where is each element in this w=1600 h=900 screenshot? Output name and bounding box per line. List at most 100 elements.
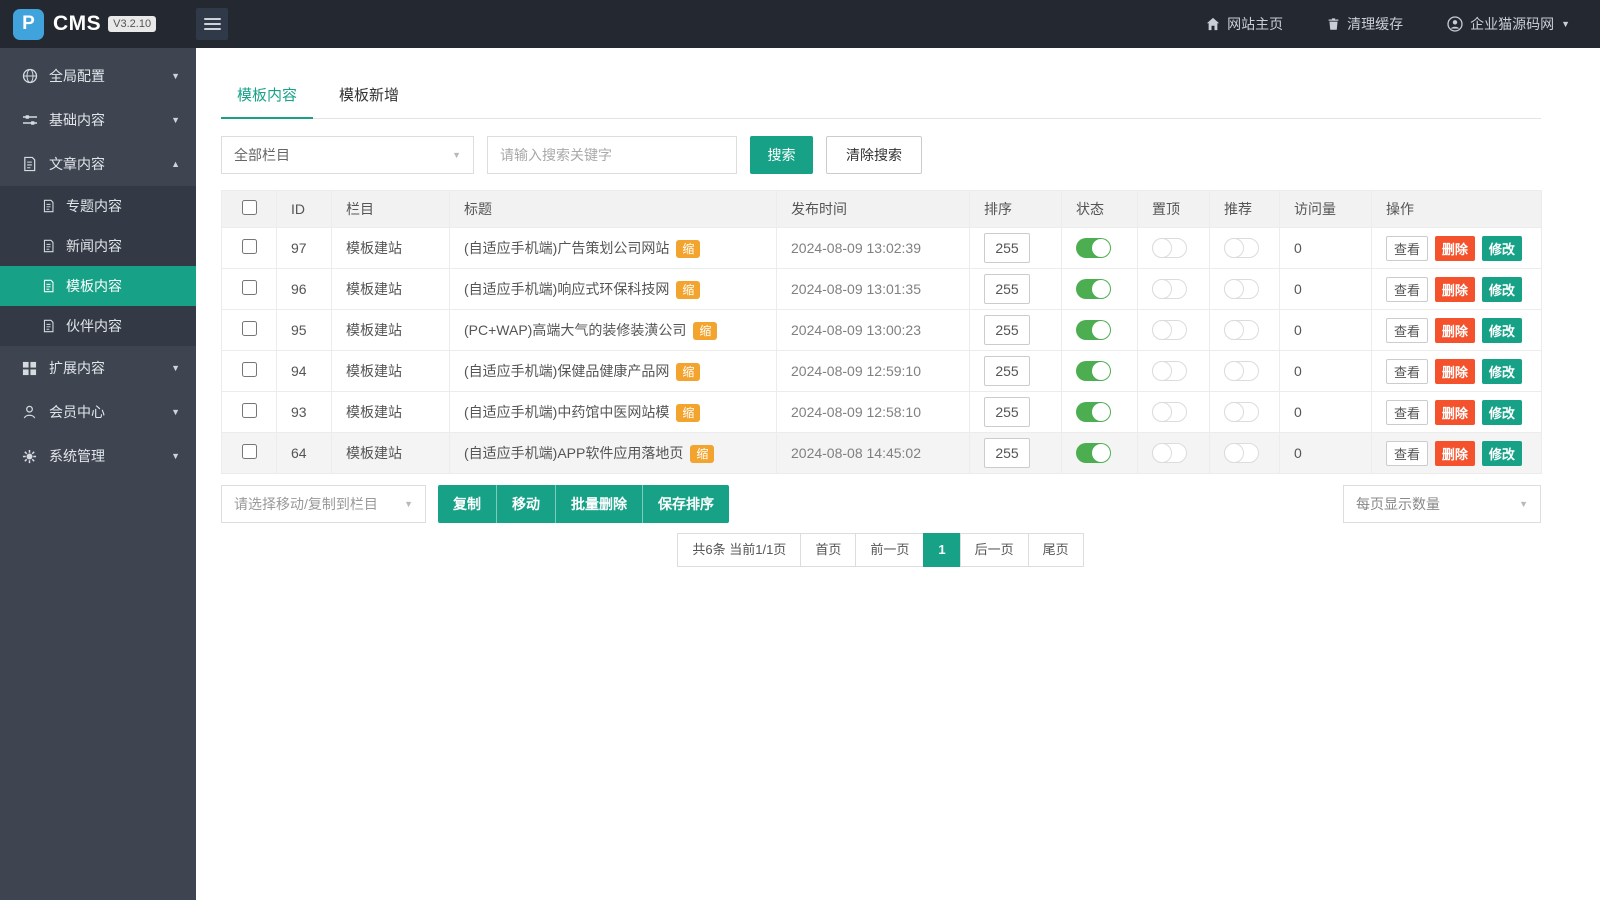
menu-toggle-button[interactable] [196, 8, 228, 40]
page-number-1[interactable]: 1 [923, 533, 961, 567]
tab-template-content[interactable]: 模板内容 [221, 75, 314, 119]
top-toggle[interactable] [1152, 402, 1187, 422]
status-toggle[interactable] [1076, 361, 1111, 381]
row-title: (自适应手机端)响应式环保科技网 [464, 281, 670, 297]
status-toggle[interactable] [1076, 320, 1111, 340]
edit-button[interactable]: 修改 [1481, 440, 1522, 466]
sidebar-item-member-center[interactable]: 会员中心 ▼ [0, 390, 196, 434]
copy-button[interactable]: 复制 [438, 485, 497, 523]
header-recommend: 推荐 [1209, 190, 1280, 228]
delete-button[interactable]: 删除 [1434, 317, 1475, 343]
row-checkbox[interactable] [241, 321, 257, 336]
recommend-toggle[interactable] [1224, 238, 1259, 258]
view-button[interactable]: 查看 [1386, 358, 1429, 384]
recommend-toggle[interactable] [1224, 443, 1259, 463]
recommend-toggle[interactable] [1224, 320, 1259, 340]
row-date: 2024-08-09 13:00:23 [776, 309, 970, 351]
edit-button[interactable]: 修改 [1481, 235, 1522, 261]
delete-button[interactable]: 删除 [1434, 235, 1475, 261]
move-copy-select[interactable]: 请选择移动/复制到栏目 ▼ [221, 485, 426, 523]
delete-button[interactable]: 删除 [1434, 399, 1475, 425]
header-actions: 操作 [1371, 190, 1542, 228]
view-button[interactable]: 查看 [1386, 317, 1429, 343]
table-row: 96 模板建站 (自适应手机端)响应式环保科技网缩 2024-08-09 13:… [221, 268, 1542, 310]
chevron-down-icon: ▼ [171, 71, 180, 81]
sidebar-item-global-config[interactable]: 全局配置 ▼ [0, 54, 196, 98]
sidebar-item-extended-content[interactable]: 扩展内容 ▼ [0, 346, 196, 390]
select-all-checkbox[interactable] [241, 200, 257, 215]
sort-input[interactable] [984, 315, 1030, 345]
last-page-button[interactable]: 尾页 [1027, 533, 1084, 567]
thumb-badge: 缩 [676, 404, 701, 422]
site-home-link[interactable]: 网站主页 [1206, 14, 1283, 34]
recommend-toggle[interactable] [1224, 402, 1259, 422]
sidebar-item-basic-content[interactable]: 基础内容 ▼ [0, 98, 196, 142]
sidebar-item-label: 扩展内容 [49, 360, 105, 376]
edit-button[interactable]: 修改 [1481, 276, 1522, 302]
page-size-select-value: 每页显示数量 [1356, 496, 1440, 512]
table-header-row: ID 栏目 标题 发布时间 排序 状态 置顶 推荐 访问量 操作 [221, 190, 1542, 228]
status-toggle[interactable] [1076, 402, 1111, 422]
tab-template-add[interactable]: 模板新增 [323, 75, 415, 118]
recommend-toggle[interactable] [1224, 361, 1259, 381]
status-toggle[interactable] [1076, 443, 1111, 463]
top-toggle[interactable] [1152, 443, 1187, 463]
sidebar-item-article-content[interactable]: 文章内容 ▲ [0, 142, 196, 186]
sidebar-item-topic-content[interactable]: 专题内容 [0, 186, 196, 226]
search-input[interactable] [487, 136, 737, 174]
prev-page-button[interactable]: 前一页 [855, 533, 925, 567]
view-button[interactable]: 查看 [1386, 235, 1429, 261]
category-select[interactable]: 全部栏目 ▼ [221, 136, 474, 174]
top-toggle[interactable] [1152, 361, 1187, 381]
clear-search-button[interactable]: 清除搜索 [826, 136, 922, 174]
sidebar-item-news-content[interactable]: 新闻内容 [0, 226, 196, 266]
row-checkbox[interactable] [241, 280, 257, 295]
top-toggle[interactable] [1152, 238, 1187, 258]
table-row: 93 模板建站 (自适应手机端)中药馆中医网站模缩 2024-08-09 12:… [221, 391, 1542, 433]
globe-icon [22, 68, 38, 84]
edit-button[interactable]: 修改 [1481, 358, 1522, 384]
batch-delete-button[interactable]: 批量删除 [556, 485, 643, 523]
account-menu[interactable]: 企业猫源码网 ▼ [1447, 14, 1570, 34]
save-sort-button[interactable]: 保存排序 [643, 485, 729, 523]
row-checkbox[interactable] [241, 239, 257, 254]
delete-button[interactable]: 删除 [1434, 358, 1475, 384]
top-toggle[interactable] [1152, 320, 1187, 340]
clear-cache-link[interactable]: 清理缓存 [1327, 14, 1403, 34]
row-title: (自适应手机端)广告策划公司网站 [464, 240, 670, 256]
delete-button[interactable]: 删除 [1434, 440, 1475, 466]
sort-input[interactable] [984, 356, 1030, 386]
row-visits: 0 [1279, 432, 1372, 474]
sidebar-item-template-content[interactable]: 模板内容 [0, 266, 196, 306]
recommend-toggle[interactable] [1224, 279, 1259, 299]
sort-input[interactable] [984, 274, 1030, 304]
row-title: (自适应手机端)保健品健康产品网 [464, 363, 670, 379]
sort-input[interactable] [984, 438, 1030, 468]
sidebar-item-system-management[interactable]: 系统管理 ▼ [0, 434, 196, 478]
sidebar-item-label: 专题内容 [66, 198, 122, 214]
sort-input[interactable] [984, 233, 1030, 263]
row-checkbox[interactable] [241, 403, 257, 418]
edit-button[interactable]: 修改 [1481, 399, 1522, 425]
status-toggle[interactable] [1076, 279, 1111, 299]
view-button[interactable]: 查看 [1386, 276, 1429, 302]
delete-button[interactable]: 删除 [1434, 276, 1475, 302]
view-button[interactable]: 查看 [1386, 440, 1429, 466]
edit-button[interactable]: 修改 [1481, 317, 1522, 343]
first-page-button[interactable]: 首页 [800, 533, 857, 567]
search-button[interactable]: 搜索 [750, 136, 813, 174]
row-checkbox[interactable] [241, 444, 257, 459]
header-id: ID [276, 190, 332, 228]
top-toggle[interactable] [1152, 279, 1187, 299]
move-button[interactable]: 移动 [497, 485, 556, 523]
next-page-button[interactable]: 后一页 [959, 533, 1029, 567]
sidebar-item-partner-content[interactable]: 伙伴内容 [0, 306, 196, 346]
filter-bar: 全部栏目 ▼ 搜索 清除搜索 [221, 136, 1541, 174]
row-checkbox[interactable] [241, 362, 257, 377]
table-row: 64 模板建站 (自适应手机端)APP软件应用落地页缩 2024-08-08 1… [221, 432, 1542, 474]
sort-input[interactable] [984, 397, 1030, 427]
view-button[interactable]: 查看 [1386, 399, 1429, 425]
page-size-select[interactable]: 每页显示数量 ▼ [1343, 485, 1541, 523]
document-icon [42, 279, 56, 293]
status-toggle[interactable] [1076, 238, 1111, 258]
